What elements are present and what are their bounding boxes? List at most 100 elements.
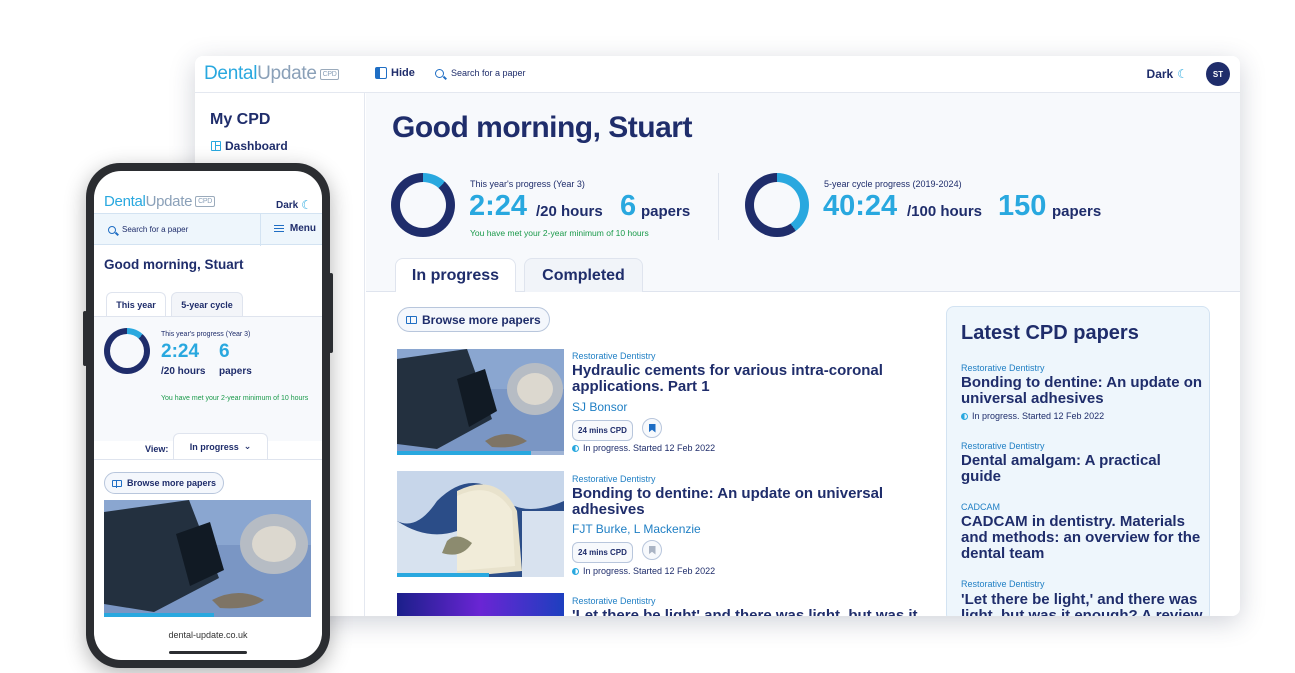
tooth-dentine-image — [397, 471, 564, 577]
sidebar-item-dashboard[interactable]: Dashboard — [211, 139, 288, 153]
paper-status: In progress. Started 12 Feb 2022 — [572, 443, 715, 453]
paper-progress-bar — [397, 573, 489, 577]
search-button[interactable]: Search for a paper — [108, 225, 188, 234]
year-papers-unit: papers — [219, 366, 252, 377]
paper-authors[interactable]: SJ Bonsor — [572, 400, 627, 414]
latest-cpd-panel: Latest CPD papers Restorative Dentistry … — [946, 306, 1210, 616]
home-indicator — [169, 651, 247, 654]
paper-thumbnail[interactable] — [397, 593, 564, 616]
paper-title[interactable]: Bonding to dentine: An update on univers… — [572, 486, 902, 518]
stats-divider — [718, 173, 719, 240]
view-divider — [94, 459, 322, 460]
year-progress-ring — [391, 173, 455, 237]
latest-item-category: CADCAM — [961, 502, 1001, 512]
minimum-met-note: You have met your 2-year minimum of 10 h… — [470, 228, 649, 238]
moon-icon: ☾ — [1177, 67, 1188, 81]
paper-title[interactable]: 'Let there be light' and there was light… — [572, 608, 922, 617]
sidebar-title: My CPD — [210, 111, 271, 128]
dental-cement-capsules-image — [397, 349, 564, 455]
view-label: View: — [145, 444, 169, 454]
search-icon — [108, 225, 116, 234]
page-title: Good morning, Stuart — [392, 111, 692, 144]
browse-papers-button[interactable]: Browse more papers — [397, 307, 550, 332]
sidebar-toggle-icon — [375, 67, 387, 79]
paper-category: Restorative Dentistry — [572, 474, 656, 484]
bookmark-button[interactable] — [642, 418, 662, 438]
hamburger-icon — [273, 225, 284, 232]
book-icon — [112, 479, 122, 488]
cycle-hours-value: 40:24 — [823, 190, 898, 222]
bookmark-icon — [648, 545, 656, 555]
year-hours-value: 2:24 — [161, 341, 200, 362]
latest-item-title[interactable]: 'Let there be light,' and there was ligh… — [961, 592, 1206, 617]
cpd-minutes-badge: 24 mins CPD — [572, 420, 633, 441]
paper-category: Restorative Dentistry — [572, 351, 656, 361]
page-title: Good morning, Stuart — [104, 257, 244, 272]
paper-thumbnail[interactable] — [397, 471, 564, 577]
phone-side-button — [329, 273, 333, 353]
paper-thumbnail[interactable] — [397, 349, 564, 455]
in-progress-icon — [572, 444, 579, 452]
dark-mode-toggle[interactable]: Dark ☾ — [1147, 67, 1188, 81]
dental-cement-capsules-image — [104, 500, 311, 617]
year-hours-unit: /20 hours — [536, 203, 603, 220]
paper-thumbnail[interactable] — [104, 500, 311, 617]
bookmark-icon — [648, 423, 656, 433]
search-icon — [435, 68, 444, 78]
latest-cpd-heading: Latest CPD papers — [961, 322, 1139, 344]
paper-authors[interactable]: FJT Burke, L Mackenzie — [572, 522, 701, 536]
url-bar[interactable]: dental-update.co.uk — [94, 630, 322, 640]
year-papers-count: 6 — [219, 341, 230, 362]
dashboard-icon — [211, 141, 221, 151]
hide-sidebar-button[interactable]: Hide — [375, 67, 415, 79]
mobile-screen: Dental Update CPD Dark ☾ Search for a pape… — [94, 171, 322, 660]
tab-5-year-cycle[interactable]: 5-year cycle — [171, 292, 243, 316]
latest-item-title[interactable]: Bonding to dentine: An update on univers… — [961, 375, 1206, 407]
in-progress-icon — [961, 412, 968, 420]
bookmark-button[interactable] — [642, 540, 662, 560]
dental-update-logo[interactable]: Dental Update CPD — [204, 63, 340, 85]
paper-progress-bar — [104, 613, 214, 617]
year-progress-label: This year's progress (Year 3) — [161, 331, 251, 338]
cycle-hours-unit: /100 hours — [907, 203, 983, 220]
mobile-search-bar: Search for a paper Menu — [94, 213, 322, 246]
dental-update-logo[interactable]: Dental Update CPD — [104, 193, 216, 210]
in-progress-icon — [572, 567, 579, 575]
paper-category: Restorative Dentistry — [572, 596, 656, 606]
latest-item-category: Restorative Dentistry — [961, 579, 1045, 589]
paper-progress-bar — [397, 451, 531, 455]
latest-item-category: Restorative Dentistry — [961, 441, 1045, 451]
year-papers-count: 6 — [620, 190, 637, 222]
view-select[interactable]: In progress ⌄ — [173, 433, 268, 459]
tab-this-year[interactable]: This year — [106, 292, 166, 316]
phone-side-button — [83, 311, 87, 366]
cycle-progress-ring — [745, 173, 809, 237]
year-papers-unit: papers — [641, 203, 691, 220]
year-progress-ring — [104, 328, 150, 374]
latest-item-title[interactable]: Dental amalgam: A practical guide — [961, 453, 1181, 485]
menu-button[interactable]: Menu — [273, 223, 316, 234]
chevron-down-icon: ⌄ — [243, 441, 252, 451]
user-avatar[interactable]: ST — [1206, 62, 1230, 86]
year-hours-value: 2:24 — [469, 190, 528, 222]
dark-mode-toggle[interactable]: Dark ☾ — [276, 198, 312, 212]
search-button[interactable]: Search for a paper — [435, 68, 526, 78]
latest-item-status: In progress. Started 12 Feb 2022 — [961, 411, 1104, 421]
cpd-minutes-badge: 24 mins CPD — [572, 542, 633, 563]
top-bar: Dental Update CPD Hide Search for a paper … — [195, 56, 1240, 93]
browse-papers-button[interactable]: Browse more papers — [104, 472, 225, 494]
menu-divider — [260, 214, 261, 246]
book-icon — [406, 315, 417, 324]
tab-completed[interactable]: Completed — [524, 258, 643, 292]
moon-icon: ☾ — [301, 198, 312, 212]
paper-status: In progress. Started 12 Feb 2022 — [572, 566, 715, 576]
latest-item-title[interactable]: CADCAM in dentistry. Materials and metho… — [961, 514, 1206, 562]
minimum-met-note: You have met your 2-year minimum of 10 h… — [161, 395, 309, 402]
tab-in-progress[interactable]: In progress — [395, 258, 516, 292]
paper-title[interactable]: Hydraulic cements for various intra-coro… — [572, 363, 902, 395]
cycle-papers-unit: papers — [1052, 203, 1102, 220]
latest-item-category: Restorative Dentistry — [961, 363, 1045, 373]
cycle-papers-count: 150 — [998, 190, 1047, 222]
year-hours-unit: /20 hours — [161, 366, 206, 377]
main-content: Good morning, Stuart This year's progres… — [366, 93, 1240, 616]
